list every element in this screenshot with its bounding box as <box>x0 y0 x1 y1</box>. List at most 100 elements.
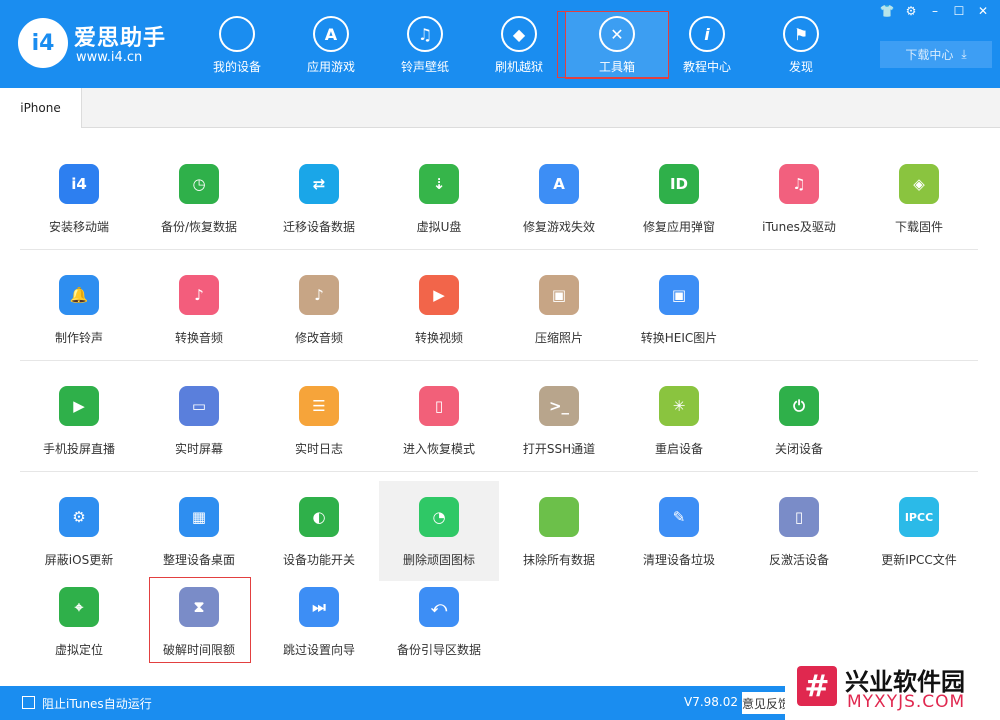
tool-realtime-screen[interactable]: ▭ 实时屏幕 <box>139 370 259 470</box>
brand-logo-text: i4 <box>31 30 55 56</box>
tool-label: 抹除所有数据 <box>522 553 595 567</box>
tool-label: 转换视频 <box>414 331 463 345</box>
tool-update-ipcc[interactable]: IPCC 更新IPCC文件 <box>859 481 979 581</box>
hourglass-icon: ⧗ <box>179 587 219 627</box>
settings-icon[interactable]: ⚙ <box>902 3 920 19</box>
tool-convert-heic[interactable]: ▣ 转换HEIC图片 <box>619 259 739 359</box>
tool-fix-app-popup[interactable]: ID 修复应用弹窗 <box>619 148 739 248</box>
tool-label: 虚拟U盘 <box>416 220 462 234</box>
tool-label: 备份/恢复数据 <box>160 220 238 234</box>
nav-label: 铃声壁纸 <box>400 60 449 74</box>
tool-organize-desktop[interactable]: ▦ 整理设备桌面 <box>139 481 259 581</box>
tool-compress-photo[interactable]: ▣ 压缩照片 <box>499 259 619 359</box>
drive-restore-icon: ⤺ <box>419 587 459 627</box>
brand-name: 爱思助手 <box>74 26 167 51</box>
tool-erase-all-data[interactable]: 抹除所有数据 <box>499 481 619 581</box>
tool-label: 跳过设置向导 <box>282 643 355 657</box>
tool-clean-junk[interactable]: ✎ 清理设备垃圾 <box>619 481 739 581</box>
tool-skip-setup-wizard[interactable]: ⏭ 跳过设置向导 <box>259 571 379 671</box>
tool-virtual-usb[interactable]: ⇣ 虚拟U盘 <box>379 148 499 248</box>
block-itunes-checkbox[interactable] <box>22 696 35 709</box>
nav-apps-games[interactable]: A 应用游戏 <box>284 12 378 78</box>
tool-block-ios-update[interactable]: ⚙ 屏蔽iOS更新 <box>19 481 139 581</box>
play-icon: ▶ <box>419 275 459 315</box>
minimize-icon[interactable]: – <box>926 3 944 19</box>
skin-icon[interactable]: 👕 <box>878 3 896 19</box>
tool-shutdown-device[interactable]: ⏻ 关闭设备 <box>739 370 859 470</box>
tool-realtime-log[interactable]: ☰ 实时日志 <box>259 370 379 470</box>
nav-flash-jailbreak[interactable]: ◆ 刷机越狱 <box>472 12 566 78</box>
close-icon[interactable]: ✕ <box>974 3 992 19</box>
tool-edit-audio[interactable]: ♪ 修改音频 <box>259 259 379 359</box>
tool-recovery-mode[interactable]: ▯ 进入恢复模式 <box>379 370 499 470</box>
tab-label: iPhone <box>20 101 61 115</box>
tool-backup-restore[interactable]: ◷ 备份/恢复数据 <box>139 148 259 248</box>
tool-make-ringtone[interactable]: 🔔 制作铃声 <box>19 259 139 359</box>
tool-function-switch[interactable]: ◐ 设备功能开关 <box>259 481 379 581</box>
broom-icon: ✎ <box>659 497 699 537</box>
row-divider <box>20 360 978 361</box>
backup-clock-icon: ◷ <box>179 164 219 204</box>
tool-crack-screen-time[interactable]: ⧗ 破解时间限额 <box>139 571 259 671</box>
download-center-label: 下载中心 <box>905 48 954 62</box>
tools-icon: ✕ <box>599 16 635 52</box>
toggle-icon: ◐ <box>299 497 339 537</box>
tool-label: 制作铃声 <box>54 331 103 345</box>
tool-label: 关闭设备 <box>774 442 823 456</box>
nav-label: 我的设备 <box>212 60 261 74</box>
i4-icon: i4 <box>59 164 99 204</box>
tool-label: 修复游戏失效 <box>522 220 595 234</box>
tool-download-firmware[interactable]: ◈ 下载固件 <box>859 148 979 248</box>
heic-image-icon: ▣ <box>659 275 699 315</box>
tool-fix-games[interactable]: A 修复游戏失效 <box>499 148 619 248</box>
gear-block-icon: ⚙ <box>59 497 99 537</box>
music-wallpaper-icon: ♫ <box>407 16 443 52</box>
feedback-button[interactable]: 意见反馈 <box>742 692 790 714</box>
tool-itunes-driver[interactable]: ♫ iTunes及驱动 <box>739 148 859 248</box>
nav-discover[interactable]: ⚑ 发现 <box>754 12 848 78</box>
tool-backup-boot-data[interactable]: ⤺ 备份引导区数据 <box>379 571 499 671</box>
tool-label: 安装移动端 <box>48 220 109 234</box>
nav-ringtones-wallpapers[interactable]: ♫ 铃声壁纸 <box>378 12 472 78</box>
device-tab-bar: iPhone <box>0 88 1000 128</box>
tool-label: 设备功能开关 <box>282 553 355 567</box>
tool-virtual-location[interactable]: ⌖ 虚拟定位 <box>19 571 139 671</box>
tool-label: 重启设备 <box>654 442 703 456</box>
brand-logo: i4 <box>18 18 68 68</box>
nav-label: 刷机越狱 <box>494 60 543 74</box>
watermark-logo-icon: # <box>797 666 837 706</box>
maximize-icon[interactable]: ☐ <box>950 3 968 19</box>
tool-deactivate-device[interactable]: ▯ 反激活设备 <box>739 481 859 581</box>
tool-ssh-tunnel[interactable]: >_ 打开SSH通道 <box>499 370 619 470</box>
restart-spinner-icon: ✳ <box>659 386 699 426</box>
tool-convert-audio[interactable]: ♪ 转换音频 <box>139 259 259 359</box>
itunes-icon: ♫ <box>779 164 819 204</box>
row-divider <box>20 471 978 472</box>
tool-migrate-data[interactable]: ⇄ 迁移设备数据 <box>259 148 379 248</box>
tool-screen-mirror-live[interactable]: ▶ 手机投屏直播 <box>19 370 139 470</box>
power-icon: ⏻ <box>779 386 819 426</box>
photo-icon: ▣ <box>539 275 579 315</box>
location-pin-icon: ⌖ <box>59 587 99 627</box>
tool-install-mobile[interactable]: i4 安装移动端 <box>19 148 139 248</box>
tool-label: 转换音频 <box>174 331 223 345</box>
bell-icon: 🔔 <box>59 275 99 315</box>
monitor-icon: ▭ <box>179 386 219 426</box>
tool-convert-video[interactable]: ▶ 转换视频 <box>379 259 499 359</box>
tool-label: 整理设备桌面 <box>162 553 235 567</box>
tool-label: 虚拟定位 <box>54 643 103 657</box>
tool-delete-stubborn-icons[interactable]: ◔ 删除顽固图标 <box>379 481 499 581</box>
nav-tutorials[interactable]: i 教程中心 <box>660 12 754 78</box>
tab-iphone[interactable]: iPhone <box>0 88 82 128</box>
download-center-button[interactable]: 下载中心 ⤓ <box>880 41 992 68</box>
watermark-url: MYXYJS.COM <box>847 692 966 712</box>
nav-toolbox[interactable]: ✕ 工具箱 <box>565 11 669 79</box>
title-bar: i4 爱思助手 www.i4.cn 我的设备 A 应用游戏 ♫ 铃声壁纸 ◆ 刷… <box>0 0 1000 88</box>
tool-restart-device[interactable]: ✳ 重启设备 <box>619 370 739 470</box>
block-itunes-label: 阻止iTunes自动运行 <box>42 697 152 711</box>
terminal-icon: >_ <box>539 386 579 426</box>
nav-label: 发现 <box>788 60 813 74</box>
nav-my-device[interactable]: 我的设备 <box>190 12 284 78</box>
nav-label: 教程中心 <box>682 60 731 74</box>
download-icon: ⤓ <box>961 47 967 61</box>
